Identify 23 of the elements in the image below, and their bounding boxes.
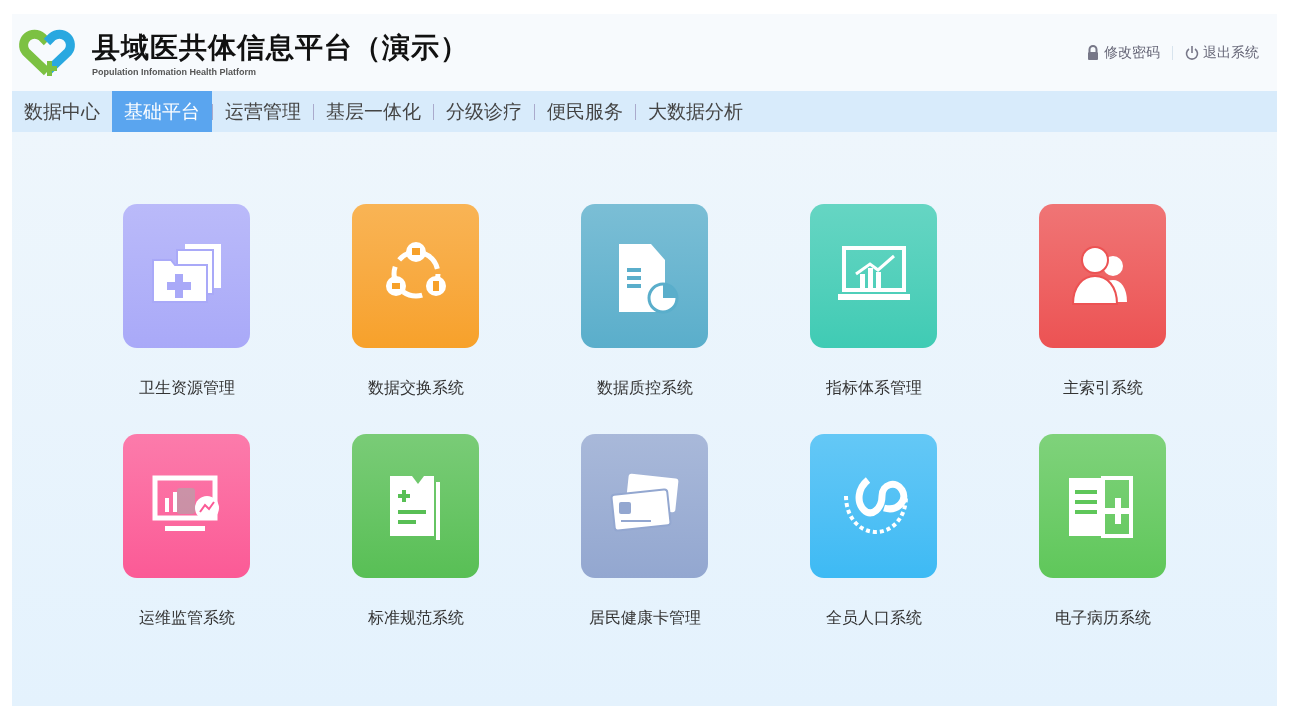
app-subtitle: Population Infomation Health Platform	[92, 66, 257, 77]
logout-link[interactable]: 退出系统	[1185, 43, 1259, 62]
nav-tab[interactable]: 分级诊疗	[434, 91, 534, 132]
app-launcher[interactable]: 全员人口系统	[759, 434, 988, 629]
app-launcher[interactable]: 居民健康卡管理	[530, 434, 759, 629]
app-launcher[interactable]: 标准规范系统	[301, 434, 530, 629]
heart-cross-logo	[18, 27, 76, 78]
nav-tab[interactable]: 数据中心	[12, 91, 112, 132]
nav-tab[interactable]: 基层一体化	[314, 91, 433, 132]
nav-tab[interactable]: 便民服务	[535, 91, 635, 132]
lock-icon	[1086, 45, 1100, 60]
app-launcher[interactable]: 运维监管系统	[72, 434, 301, 629]
app-title: 县域医共体信息平台（演示）	[92, 29, 469, 66]
app-launcher[interactable]: 数据质控系统	[530, 204, 759, 399]
power-icon	[1185, 45, 1199, 60]
nav-tab[interactable]: 运营管理	[213, 91, 313, 132]
app-launcher[interactable]: 指标体系管理	[759, 204, 988, 399]
app-launcher[interactable]: 电子病历系统	[988, 434, 1217, 629]
app-launcher[interactable]: 主索引系统	[988, 204, 1217, 399]
app-launcher[interactable]: 数据交换系统	[301, 204, 530, 399]
nav-tab[interactable]: 大数据分析	[636, 91, 755, 132]
change-password-link[interactable]: 修改密码	[1086, 43, 1160, 62]
app-launcher[interactable]: 卫生资源管理	[72, 204, 301, 399]
